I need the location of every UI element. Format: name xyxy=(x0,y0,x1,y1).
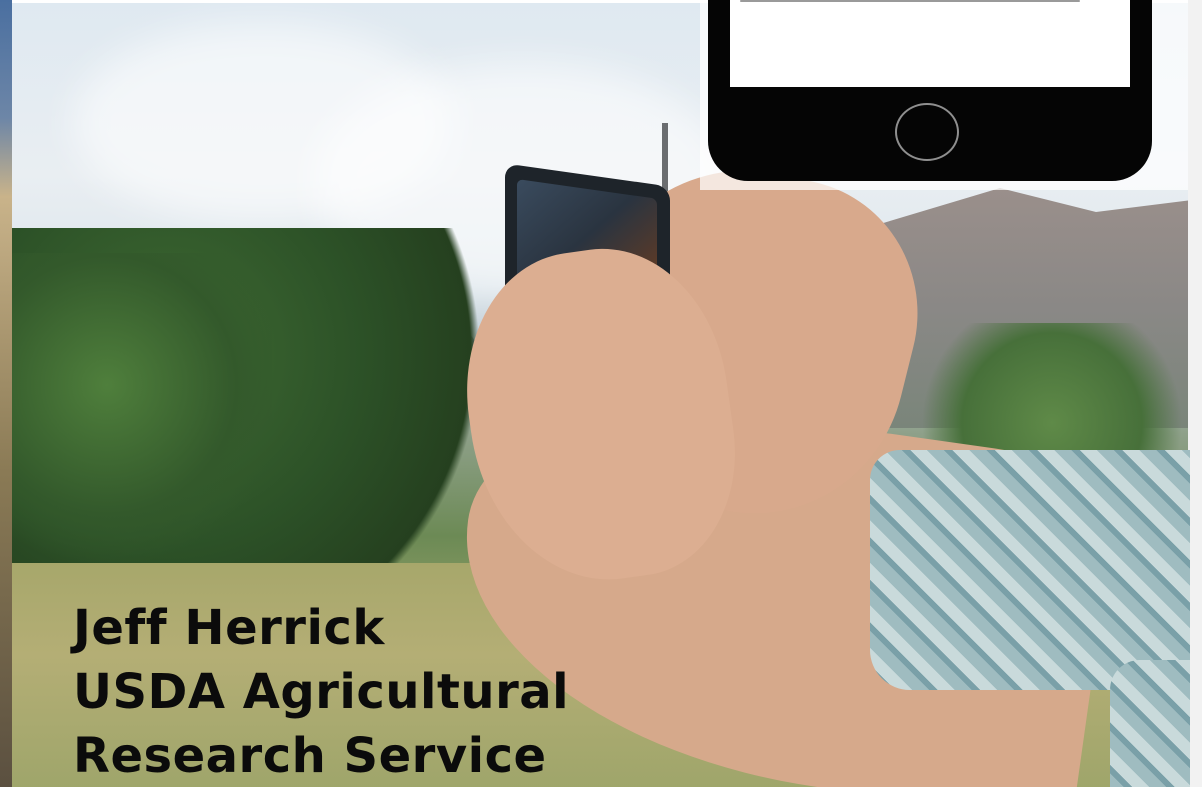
phone-mockup xyxy=(708,0,1152,181)
speaker-affiliation-line1: USDA Agricultural xyxy=(73,664,570,720)
speaker-caption: Jeff Herrick USDA Agricultural Research … xyxy=(73,596,569,787)
home-button-icon[interactable] xyxy=(895,103,959,161)
trees-left-far xyxy=(12,253,272,583)
screen-divider xyxy=(740,0,1080,2)
phone-mockup-screen xyxy=(730,0,1130,87)
adjacent-slide-edge-left xyxy=(0,0,12,787)
speaker-name: Jeff Herrick xyxy=(73,600,385,656)
plaid-sleeve xyxy=(870,450,1190,690)
hero-photo-slide: Jeff Herrick USDA Agricultural Research … xyxy=(0,0,1202,787)
adjacent-slide-edge-right xyxy=(1188,0,1202,787)
plaid-sleeve-right xyxy=(1110,660,1190,787)
speaker-affiliation-line2: Research Service xyxy=(73,728,547,784)
